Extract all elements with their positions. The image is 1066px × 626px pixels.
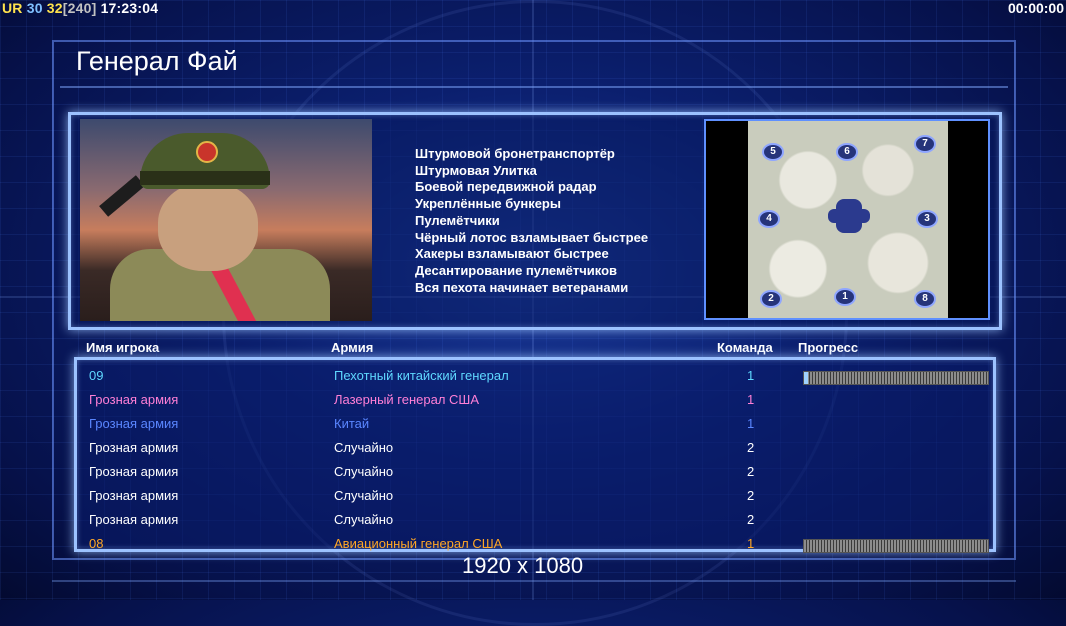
- player-name: 08: [89, 536, 104, 551]
- player-army: Пехотный китайский генерал: [334, 368, 509, 383]
- perk-item: Укреплённые бункеры: [415, 196, 561, 212]
- loading-progress-bar: [803, 539, 989, 553]
- hud-value-2: 32: [46, 0, 63, 16]
- map-start-slot: 8: [914, 290, 936, 308]
- player-army: Случайно: [334, 488, 394, 503]
- map-start-slot: 7: [914, 135, 936, 153]
- title-divider: [60, 86, 1008, 88]
- map-start-slot: 4: [758, 210, 780, 228]
- player-team: 1: [747, 536, 755, 551]
- player-army: Случайно: [334, 512, 394, 527]
- table-row: Грозная армия Случайно 2: [77, 436, 993, 460]
- player-team: 1: [747, 392, 755, 407]
- map-start-slot: 3: [916, 210, 938, 228]
- table-row: Грозная армия Китай 1: [77, 412, 993, 436]
- portrait-face: [158, 183, 258, 271]
- header-team: Команда: [717, 340, 773, 355]
- perk-item: Хакеры взламывают быстрее: [415, 246, 609, 262]
- player-name: Грозная армия: [89, 440, 179, 455]
- map-start-slot: 6: [836, 143, 858, 161]
- pistol-icon: [99, 175, 145, 217]
- perk-item: Штурмовая Улитка: [415, 162, 537, 178]
- table-row: 09 Пехотный китайский генерал 1: [77, 364, 993, 388]
- portrait-cap-band: [140, 171, 270, 185]
- perk-item: Вся пехота начинает ветеранами: [415, 279, 629, 295]
- perk-item: Штурмовой бронетранспортёр: [415, 146, 615, 161]
- perk-item: Пулемётчики: [415, 212, 500, 228]
- player-name: Грозная армия: [89, 488, 179, 503]
- hud-stats: UR 30 32[240] 17:23:04: [2, 0, 158, 16]
- player-team: 2: [747, 440, 755, 455]
- map-lake-center: [836, 199, 862, 233]
- player-army: Случайно: [334, 464, 394, 479]
- bottom-divider: [52, 580, 1016, 582]
- player-name: Грозная армия: [89, 464, 179, 479]
- map-terrain: 5 6 7 4 3 2 1 8: [748, 121, 948, 318]
- hud-ur: UR: [2, 0, 23, 16]
- player-team: 2: [747, 512, 755, 527]
- hud-clock: 17:23:04: [100, 0, 159, 16]
- header-player-name: Имя игрока: [86, 340, 160, 355]
- player-name: Грозная армия: [89, 416, 179, 431]
- header-army: Армия: [331, 340, 374, 355]
- map-start-slot: 5: [762, 143, 784, 161]
- player-army: Лазерный генерал США: [334, 392, 480, 407]
- hud-value-3: [240]: [62, 0, 97, 16]
- star-badge-icon: [196, 141, 218, 163]
- player-team: 1: [747, 416, 755, 431]
- hud-timer: 00:00:00: [1007, 0, 1064, 16]
- player-team: 1: [747, 368, 755, 383]
- hud-value-1: 30: [26, 0, 43, 16]
- loading-progress-bar: [803, 371, 989, 385]
- player-name: 09: [89, 368, 104, 383]
- map-start-slot: 1: [834, 288, 856, 306]
- player-army: Авиационный генерал США: [334, 536, 503, 551]
- player-name: Грозная армия: [89, 512, 179, 527]
- loading-progress-fill: [804, 372, 808, 384]
- player-army: Китай: [334, 416, 370, 431]
- general-perks-list: Штурмовой бронетранспортёр Штурмовая Ули…: [415, 146, 648, 296]
- table-row: Грозная армия Случайно 2: [77, 484, 993, 508]
- header-progress: Прогресс: [798, 340, 859, 355]
- table-row: Грозная армия Лазерный генерал США 1: [77, 388, 993, 412]
- player-team: 2: [747, 488, 755, 503]
- perk-item: Чёрный лотос взламывает быстрее: [415, 229, 649, 245]
- map-preview: 5 6 7 4 3 2 1 8: [704, 119, 990, 320]
- player-team: 2: [747, 464, 755, 479]
- players-table: 09 Пехотный китайский генерал 1 Грозная арм…: [74, 357, 996, 553]
- general-portrait: [80, 119, 372, 321]
- perk-item: Боевой передвижной радар: [415, 179, 597, 195]
- perk-item: Десантирование пулемётчиков: [415, 262, 618, 278]
- table-row: Грозная армия Случайно 2: [77, 508, 993, 532]
- resolution-label: 1920 x 1080: [462, 553, 584, 578]
- player-name: Грозная армия: [89, 392, 179, 407]
- page-title: Генерал Фай: [76, 46, 238, 76]
- table-row: Грозная армия Случайно 2: [77, 460, 993, 484]
- map-start-slot: 2: [760, 290, 782, 308]
- player-army: Случайно: [334, 440, 394, 455]
